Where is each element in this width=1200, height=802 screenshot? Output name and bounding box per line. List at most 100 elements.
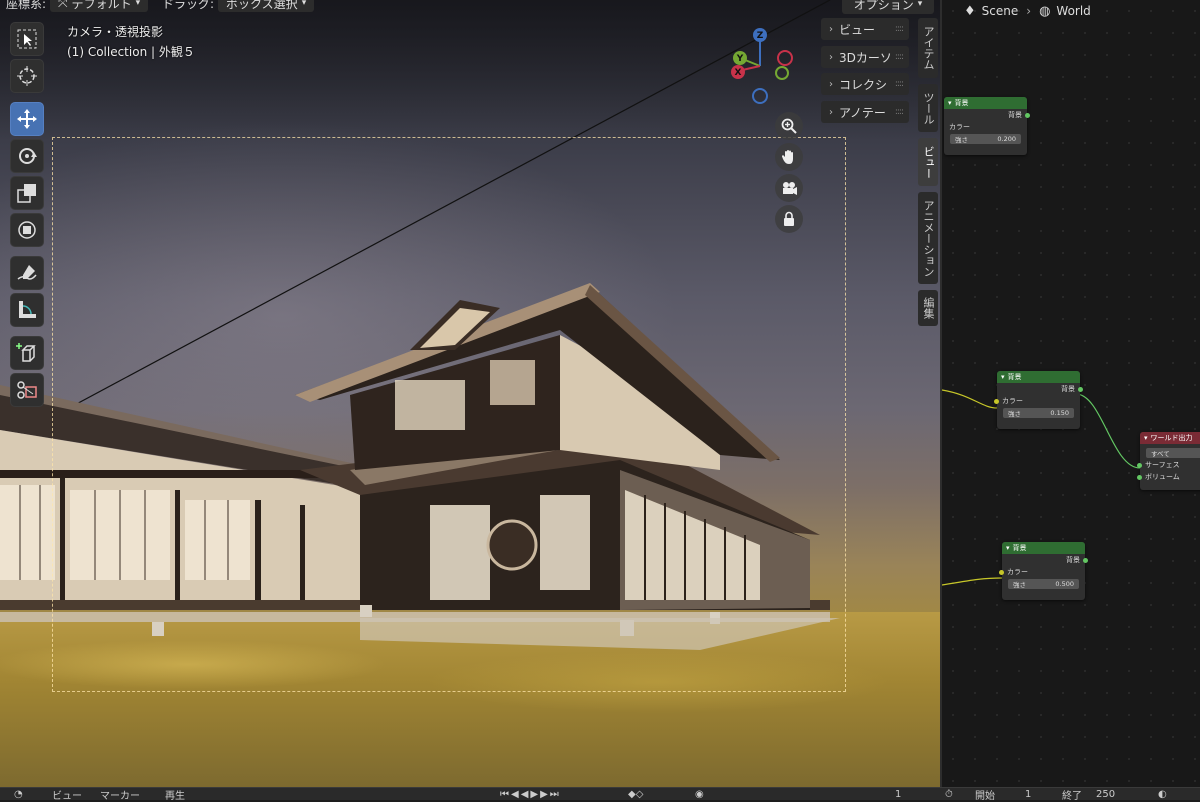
- timeline-header: ◔ ビュー マーカー 再生 ⏮◀◀▶▶⏭ ◆◇ ◉ 1 ⏱ 開始 1 終了 250 …: [0, 787, 1200, 802]
- neg-z-axis[interactable]: [752, 88, 768, 104]
- tab-item[interactable]: アイテム: [918, 18, 938, 78]
- z-axis-label: Z: [757, 31, 764, 41]
- popover-annotation[interactable]: › アノテー ::::: [821, 101, 909, 123]
- collection-label: (1) Collection | 外観５: [67, 45, 195, 59]
- tab-view[interactable]: ビュー: [918, 138, 938, 186]
- playback-controls[interactable]: ⏮◀◀▶▶⏭: [500, 788, 561, 800]
- add-cube-tool[interactable]: [10, 336, 44, 370]
- strength-label: 強さ: [1013, 581, 1026, 589]
- drag-handle-icon[interactable]: ::::: [895, 107, 904, 117]
- surface-input-socket[interactable]: [1137, 462, 1142, 468]
- zoom-icon: [781, 118, 797, 134]
- cursor-icon: [17, 66, 37, 86]
- drag-dropdown[interactable]: ボックス選択 ▾: [218, 0, 315, 12]
- zoom-button[interactable]: [775, 112, 803, 140]
- chevron-right-icon: ›: [829, 106, 833, 118]
- editor-type-icon[interactable]: ◔: [14, 788, 23, 800]
- orientation-icon: ⤧: [58, 0, 68, 10]
- drag-handle-icon[interactable]: ::::: [895, 79, 904, 89]
- sync-icon[interactable]: ◐: [1158, 788, 1167, 800]
- y-axis-label: Y: [736, 54, 744, 64]
- drag-handle-icon[interactable]: ::::: [895, 52, 904, 62]
- strength-field[interactable]: 強さ 0.500: [1008, 579, 1079, 589]
- volume-input-socket[interactable]: [1137, 474, 1142, 480]
- menu-marker[interactable]: マーカー: [100, 788, 140, 802]
- tab-animation[interactable]: アニメーション: [918, 192, 938, 284]
- popover-view[interactable]: › ビュー ::::: [821, 18, 909, 40]
- surface-row: サーフェス: [1137, 459, 1200, 471]
- camera-view-label: カメラ・透視投影: [67, 25, 164, 39]
- node-header[interactable]: ▾ 背景: [997, 371, 1080, 383]
- node-output-row: 背景: [944, 109, 1030, 121]
- surface-label: サーフェス: [1145, 461, 1180, 469]
- pan-button[interactable]: [775, 143, 803, 171]
- tab-view-label: ビュー: [922, 145, 935, 179]
- end-label: 終了: [1062, 790, 1082, 802]
- camera-view-button[interactable]: [775, 174, 803, 202]
- target-dropdown[interactable]: すべて: [1146, 448, 1200, 458]
- end-frame-field[interactable]: 終了 250: [1062, 788, 1115, 802]
- background-node-1[interactable]: ▾ 背景 背景 カラー 強さ 0.200: [944, 97, 1030, 155]
- cursor-tool[interactable]: [10, 59, 44, 93]
- coord-system-label: 座標系:: [6, 0, 47, 11]
- 3d-viewport[interactable]: 座標系: ⤧ デフォルト ▾ ドラッグ: ボックス選択 ▾ オプション ▾ カメ…: [0, 0, 940, 787]
- navigation-gizmo[interactable]: Z Y X: [722, 26, 802, 106]
- coordinate-system-menu[interactable]: 座標系: ⤧ デフォルト ▾: [6, 0, 149, 12]
- transform-pivot-tool[interactable]: [10, 373, 44, 407]
- menu-playback[interactable]: 再生: [165, 788, 185, 802]
- chevron-right-icon: ›: [829, 51, 833, 63]
- ruler-icon: [19, 301, 36, 318]
- rotate-tool[interactable]: [10, 139, 44, 173]
- node-header[interactable]: ▾ 背景: [1002, 542, 1085, 554]
- node-output-row: 背景: [997, 383, 1083, 395]
- measure-tool[interactable]: [10, 293, 44, 327]
- drag-menu[interactable]: ドラッグ: ボックス選択 ▾: [162, 0, 315, 12]
- hand-icon: [781, 150, 793, 164]
- output-socket[interactable]: [1083, 557, 1088, 563]
- transform-tool[interactable]: [10, 213, 44, 247]
- chevron-down-icon: ▾: [301, 0, 307, 8]
- popover-3d-cursor-label: 3Dカーソ: [839, 50, 892, 65]
- output-socket[interactable]: [1025, 112, 1030, 118]
- strength-field[interactable]: 強さ 0.150: [1003, 408, 1074, 418]
- preview-range-icon[interactable]: ⏱: [945, 788, 953, 800]
- popover-3d-cursor[interactable]: › 3Dカーソ ::::: [821, 46, 909, 68]
- drag-handle-icon[interactable]: ::::: [895, 24, 904, 34]
- neg-y-axis[interactable]: [775, 66, 789, 80]
- neg-x-axis[interactable]: [777, 50, 793, 66]
- coord-system-dropdown[interactable]: ⤧ デフォルト ▾: [50, 0, 149, 12]
- keying-controls[interactable]: ◆◇: [628, 788, 643, 800]
- strength-label: 強さ: [1008, 410, 1021, 418]
- volume-label: ボリューム: [1145, 473, 1180, 481]
- strength-field[interactable]: 強さ 0.200: [950, 134, 1021, 144]
- node-header[interactable]: ▾ ワールド出力: [1140, 432, 1200, 444]
- node-title: 背景: [1007, 373, 1022, 381]
- tab-edit[interactable]: 編集: [918, 290, 938, 326]
- tab-edit-label: 編集: [922, 297, 935, 319]
- options-button[interactable]: オプション ▾: [842, 0, 934, 14]
- background-node-2[interactable]: ▾ 背景 背景 カラー 強さ 0.150: [994, 371, 1083, 429]
- world-output-node[interactable]: ▾ ワールド出力 すべて サーフェス ボリューム: [1137, 432, 1200, 490]
- output-label: 背景: [1066, 556, 1080, 564]
- select-box-tool[interactable]: [10, 22, 44, 56]
- tab-tool[interactable]: ツール: [918, 84, 938, 132]
- lock-camera-button[interactable]: [775, 205, 803, 233]
- annotate-tool[interactable]: [10, 256, 44, 290]
- move-tool[interactable]: [10, 102, 44, 136]
- node-header[interactable]: ▾ 背景: [944, 97, 1027, 109]
- shader-node-editor[interactable]: ♦ Scene › ◍ World ▾ 背景 背景 カラー 強さ 0.200 ▾ 背景…: [940, 0, 1200, 787]
- scale-tool[interactable]: [10, 176, 44, 210]
- node-title: 背景: [1012, 544, 1027, 552]
- menu-view[interactable]: ビュー: [52, 788, 82, 802]
- background-node-3[interactable]: ▾ 背景 背景 カラー 強さ 0.500: [999, 542, 1088, 600]
- output-socket[interactable]: [1078, 386, 1083, 392]
- current-frame-field[interactable]: 1: [895, 788, 901, 800]
- start-frame-field[interactable]: 開始 1: [975, 788, 1032, 802]
- color-input-socket[interactable]: [999, 569, 1004, 575]
- popover-collection[interactable]: › コレクシ ::::: [821, 73, 909, 95]
- move-icon: [17, 109, 37, 129]
- auto-key-button[interactable]: ◉: [695, 788, 704, 800]
- color-input-socket[interactable]: [994, 398, 999, 404]
- target-value: すべて: [1151, 450, 1170, 458]
- start-value: 1: [1025, 788, 1032, 800]
